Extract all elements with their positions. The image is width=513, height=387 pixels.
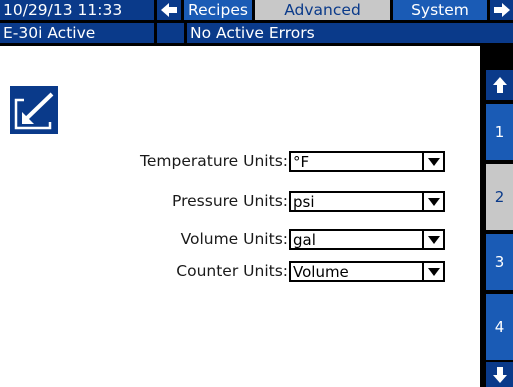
pressure-units-label: Pressure Units:: [172, 192, 288, 210]
forward-arrow-button[interactable]: [490, 0, 513, 20]
back-arrow-button[interactable]: [157, 0, 181, 20]
page-3-button[interactable]: 3: [486, 234, 513, 290]
datetime-display: 10/29/13 11:33: [0, 0, 154, 20]
tab-recipes[interactable]: Recipes: [184, 0, 252, 20]
volume-units-value: gal: [293, 230, 316, 249]
arrow-up-icon: [492, 77, 507, 93]
page-1-button[interactable]: 1: [486, 104, 513, 160]
counter-units-value: Volume: [293, 262, 349, 281]
temperature-units-label: Temperature Units:: [140, 152, 288, 170]
arrow-left-icon: [161, 3, 177, 17]
arrow-down-icon: [492, 366, 507, 383]
volume-units-select[interactable]: gal: [289, 229, 445, 250]
temperature-units-select[interactable]: °F: [289, 151, 445, 172]
edit-arrow-icon: [10, 86, 58, 134]
pressure-units-select[interactable]: psi: [289, 191, 445, 212]
triangle-down-icon[interactable]: [422, 153, 443, 170]
page-2-button[interactable]: 2: [486, 164, 513, 230]
status-indicator: [157, 23, 184, 43]
volume-units-label: Volume Units:: [180, 230, 288, 248]
tab-system[interactable]: System: [393, 0, 487, 20]
counter-units-select[interactable]: Volume: [289, 261, 445, 282]
page-4-button[interactable]: 4: [486, 294, 513, 360]
scroll-down-button[interactable]: [486, 362, 513, 387]
arrow-right-icon: [493, 3, 510, 17]
machine-status: E-30i Active: [0, 23, 154, 43]
pressure-units-value: psi: [293, 192, 315, 211]
error-status: No Active Errors: [187, 23, 513, 43]
triangle-down-icon[interactable]: [422, 231, 443, 248]
triangle-down-icon[interactable]: [422, 263, 443, 280]
settings-panel: Temperature Units: °F Pressure Units: ps…: [0, 46, 480, 387]
tab-advanced[interactable]: Advanced: [255, 0, 390, 20]
triangle-down-icon[interactable]: [422, 193, 443, 210]
temperature-units-value: °F: [293, 152, 310, 171]
scroll-up-button[interactable]: [486, 70, 513, 100]
counter-units-label: Counter Units:: [176, 262, 288, 280]
